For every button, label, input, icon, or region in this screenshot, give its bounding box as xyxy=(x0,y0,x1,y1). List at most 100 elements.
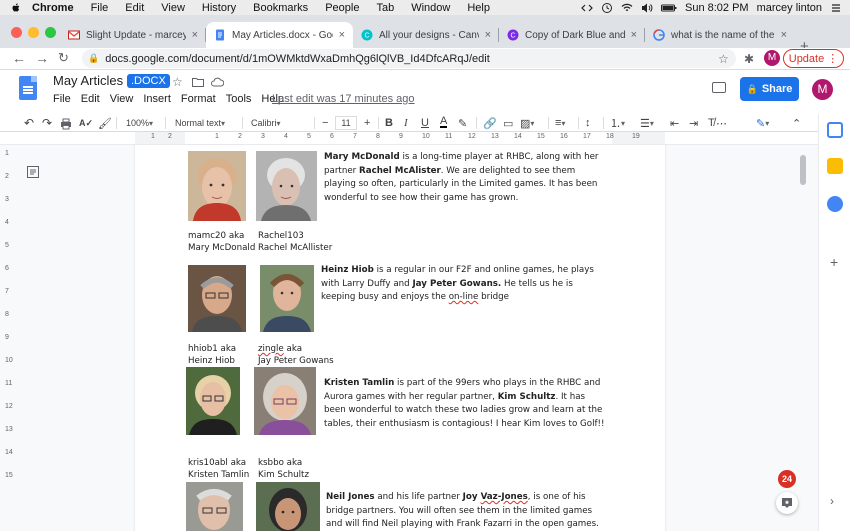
increase-font-size-icon[interactable]: + xyxy=(364,116,370,130)
tasks-icon[interactable] xyxy=(827,196,843,212)
url-input[interactable]: 🔒 docs.google.com/document/d/1mOWMktdWxa… xyxy=(82,49,736,68)
numbered-list-icon[interactable]: ⒈ xyxy=(610,116,625,130)
insert-comment-icon[interactable]: ▭ xyxy=(503,116,513,130)
keep-icon[interactable] xyxy=(827,158,843,174)
paragraph-mary-rachel[interactable]: Mary McDonald is a long-time player at R… xyxy=(324,151,604,205)
redo-icon[interactable]: ↷ xyxy=(42,116,52,130)
close-icon[interactable]: × xyxy=(631,29,637,41)
menu-tab[interactable]: Tab xyxy=(376,2,394,14)
font-size-input[interactable]: 11 xyxy=(335,116,357,130)
spelling-flag[interactable]: on-line xyxy=(449,292,479,302)
docs-menu-tools[interactable]: Tools xyxy=(226,93,252,105)
spelling-flag[interactable]: Vaz-Jones xyxy=(481,492,528,502)
volume-icon[interactable] xyxy=(641,2,653,14)
forward-arrow-icon[interactable]: → xyxy=(35,50,49,66)
tab-canva-copy[interactable]: C Copy of Dark Blue and Oran × xyxy=(499,22,645,48)
menu-list-icon[interactable] xyxy=(830,2,842,14)
line-spacing-icon[interactable]: ↕ xyxy=(585,116,591,130)
highlight-color-icon[interactable]: ✎ xyxy=(458,116,467,130)
menu-app-chrome[interactable]: Chrome xyxy=(32,2,74,14)
calendar-icon[interactable] xyxy=(827,122,843,138)
italic-icon[interactable]: I xyxy=(404,116,408,130)
tab-docs[interactable]: May Articles.docx - Google × xyxy=(206,22,353,48)
extensions-puzzle-icon[interactable]: ✱ xyxy=(744,52,754,66)
spelling-flag[interactable]: zingle xyxy=(258,344,284,354)
bookmark-star-icon[interactable]: ☆ xyxy=(718,52,729,66)
code-icon[interactable] xyxy=(581,2,593,14)
update-button[interactable]: Update ⋮ xyxy=(783,49,844,68)
editing-mode-icon[interactable]: ✎ xyxy=(756,116,769,130)
spellcheck-icon[interactable]: A✓ xyxy=(79,116,93,130)
menu-window[interactable]: Window xyxy=(411,2,450,14)
docs-menu-edit[interactable]: Edit xyxy=(81,93,100,105)
notification-badge[interactable]: 24 xyxy=(778,470,796,488)
paragraph-style-select[interactable]: Normal text xyxy=(175,116,235,130)
menu-people[interactable]: People xyxy=(325,2,359,14)
window-minimize-button[interactable] xyxy=(28,27,39,38)
tab-canva-designs[interactable]: C All your designs - Canva × xyxy=(353,22,499,48)
battery-icon[interactable] xyxy=(660,2,677,14)
cloud-status-icon[interactable] xyxy=(211,77,224,87)
close-icon[interactable]: × xyxy=(192,29,198,41)
expand-panel-chevron-icon[interactable]: › xyxy=(830,494,834,508)
text-color-icon[interactable]: A xyxy=(440,115,448,128)
paragraph-heinz-jay[interactable]: Heinz Hiob is a regular in our F2F and o… xyxy=(321,264,606,305)
comment-history-icon[interactable] xyxy=(712,82,726,93)
insert-link-icon[interactable]: 🔗 xyxy=(483,116,497,130)
move-folder-icon[interactable] xyxy=(192,77,204,87)
profile-avatar[interactable]: M xyxy=(764,50,780,66)
close-icon[interactable]: × xyxy=(781,29,787,41)
align-left-icon[interactable]: ≡ xyxy=(555,116,565,130)
menu-file[interactable]: File xyxy=(91,2,109,14)
bulleted-list-icon[interactable]: ☰ xyxy=(640,116,654,130)
time-machine-icon[interactable] xyxy=(601,2,613,14)
bold-icon[interactable]: B xyxy=(385,116,393,130)
docs-menu-file[interactable]: File xyxy=(53,93,71,105)
paragraph-neil-joy[interactable]: Neil Jones and his life partner Joy Vaz-… xyxy=(326,491,606,531)
decrease-indent-icon[interactable]: ⇤ xyxy=(670,116,679,130)
paint-format-icon[interactable]: 🖌 xyxy=(98,116,112,130)
underline-icon[interactable]: U xyxy=(421,116,429,130)
tab-google-search[interactable]: what is the name of the cha × xyxy=(645,22,795,48)
document-title[interactable]: May Articles xyxy=(53,73,123,88)
decrease-font-size-icon[interactable]: − xyxy=(322,116,328,130)
increase-indent-icon[interactable]: ⇥ xyxy=(689,116,698,130)
insert-image-icon[interactable]: ▨ xyxy=(520,116,534,130)
docs-home-icon[interactable] xyxy=(19,76,37,100)
zoom-select[interactable]: 100% xyxy=(126,116,153,130)
vertical-scrollbar-thumb[interactable] xyxy=(800,155,806,185)
window-close-button[interactable] xyxy=(11,27,22,38)
menu-edit[interactable]: Edit xyxy=(125,2,144,14)
account-avatar[interactable]: M xyxy=(812,79,833,100)
paragraph-kristen-kim[interactable]: Kristen Tamlin is part of the 99ers who … xyxy=(324,377,606,431)
document-canvas[interactable]: 1 2 3 4 5 6 7 8 9 10 11 12 13 14 15 Mary… xyxy=(0,145,818,531)
back-arrow-icon[interactable]: ← xyxy=(12,50,26,66)
docs-menu-insert[interactable]: Insert xyxy=(143,93,171,105)
wifi-icon[interactable] xyxy=(621,2,633,14)
menu-history[interactable]: History xyxy=(202,2,236,14)
clear-formatting-icon[interactable]: T̸ xyxy=(708,116,715,130)
print-icon[interactable] xyxy=(60,117,72,131)
add-addon-icon[interactable]: + xyxy=(830,254,838,270)
menu-view[interactable]: View xyxy=(161,2,185,14)
close-icon[interactable]: × xyxy=(485,29,491,41)
font-family-select[interactable]: Calibri xyxy=(251,116,311,130)
document-page[interactable]: Mary McDonald is a long-time player at R… xyxy=(135,145,665,531)
collapse-menu-chevron-up-icon[interactable]: ⌃ xyxy=(792,116,801,130)
apple-icon[interactable] xyxy=(10,2,22,14)
reload-icon[interactable]: ↻ xyxy=(58,50,69,66)
menu-clock[interactable]: Sun 8:02 PM xyxy=(685,2,749,14)
tab-gmail[interactable]: Slight Update - marceylinto × xyxy=(60,22,206,48)
last-edit-link[interactable]: Last edit was 17 minutes ago xyxy=(272,93,414,105)
menu-bookmarks[interactable]: Bookmarks xyxy=(253,2,308,14)
more-options-icon[interactable]: ⋯ xyxy=(716,116,727,130)
document-outline-icon[interactable] xyxy=(27,166,39,178)
share-button[interactable]: 🔒 Share xyxy=(740,77,799,101)
explore-button[interactable] xyxy=(776,492,798,514)
window-zoom-button[interactable] xyxy=(45,27,56,38)
menu-user-name[interactable]: marcey linton xyxy=(757,2,822,14)
undo-icon[interactable]: ↶ xyxy=(24,116,34,130)
close-icon[interactable]: × xyxy=(339,29,345,41)
menu-help[interactable]: Help xyxy=(467,2,490,14)
star-icon[interactable]: ☆ xyxy=(172,75,183,89)
